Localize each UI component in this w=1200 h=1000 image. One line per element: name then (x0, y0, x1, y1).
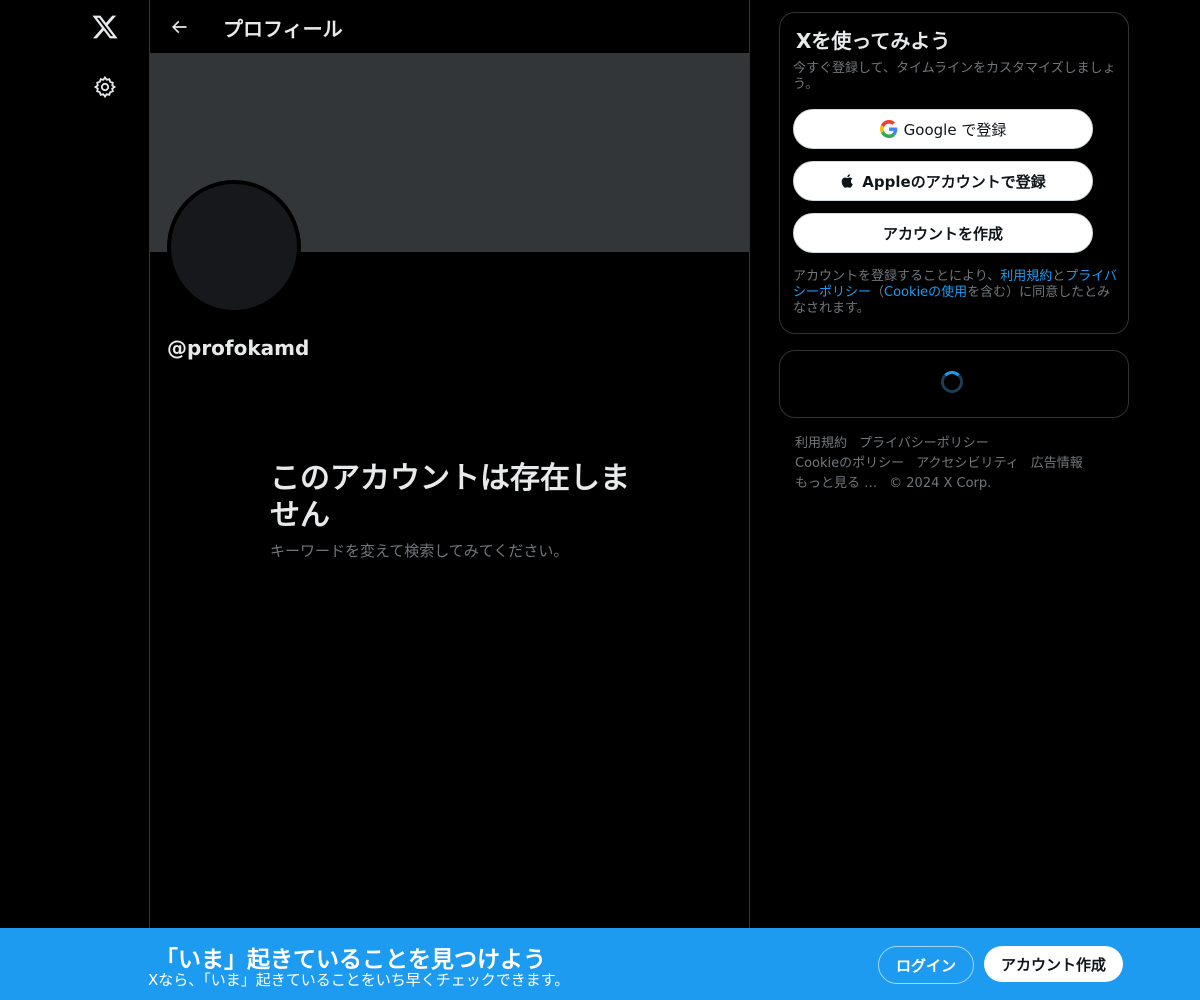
footer-accessibility-link[interactable]: アクセシビリティ (916, 456, 1019, 471)
cookie-link[interactable]: Cookieの使用 (884, 285, 967, 300)
footer-more-link[interactable]: もっと見る … (795, 476, 877, 491)
signup-title: Xを使ってみよう (796, 29, 951, 53)
legal-paren: （ (871, 285, 885, 300)
arrow-left-icon (171, 20, 187, 34)
copyright-text: © 2024 X Corp. (889, 476, 992, 491)
signup-legal-text: アカウントを登録することにより、利用規約とプライバシーポリシー（Cookieの使… (793, 269, 1119, 317)
google-signup-label: Google で登録 (903, 120, 1007, 139)
footer-terms-link[interactable]: 利用規約 (795, 436, 847, 451)
footer-cookie-link[interactable]: Cookieのポリシー (795, 456, 904, 471)
signup-card: Xを使ってみよう 今すぐ登録して、タイムラインをカスタマイズしましょう。 Goo… (779, 12, 1129, 334)
empty-state-subtitle: キーワードを変えて検索してみてください。 (270, 542, 569, 560)
x-logo-icon[interactable] (84, 6, 126, 48)
profile-handle: @profokamd (167, 336, 310, 360)
bottom-create-account-button[interactable]: アカウント作成 (984, 946, 1123, 982)
legal-prefix: アカウントを登録することにより、 (793, 269, 1001, 284)
login-button[interactable]: ログイン (878, 946, 974, 984)
gear-icon[interactable] (84, 66, 126, 108)
footer-links: 利用規約 プライバシーポリシー Cookieのポリシー アクセシビリティ 広告情報 も… (795, 434, 1125, 494)
back-button[interactable] (162, 10, 196, 44)
apple-signup-button[interactable]: Appleのアカウントで登録 (793, 161, 1093, 201)
loading-card (779, 350, 1129, 418)
create-account-button[interactable]: アカウントを作成 (793, 213, 1093, 253)
create-account-label: アカウントを作成 (882, 224, 1003, 243)
profile-header: プロフィール (150, 0, 749, 53)
apple-icon (841, 174, 854, 188)
avatar (167, 180, 301, 314)
main-column: プロフィール @profokamd このアカウントは存在しません キーワードを変… (149, 0, 750, 1000)
google-icon (879, 120, 897, 138)
loading-spinner-icon (941, 371, 963, 393)
footer-ads-link[interactable]: 広告情報 (1031, 456, 1083, 471)
terms-link[interactable]: 利用規約 (1000, 269, 1052, 284)
empty-state-title: このアカウントは存在しません (270, 461, 630, 533)
left-nav (0, 0, 149, 1000)
signup-subtitle: 今すぐ登録して、タイムラインをカスタマイズしましょう。 (793, 61, 1116, 92)
legal-and: と (1052, 269, 1066, 284)
footer-privacy-link[interactable]: プライバシーポリシー (859, 436, 989, 451)
page-title: プロフィール (223, 17, 343, 41)
bottom-bar-subtitle: Xなら、「いま」起きていることをいち早くチェックできます。 (148, 971, 570, 989)
apple-signup-label: Appleのアカウントで登録 (862, 172, 1046, 191)
google-signup-button[interactable]: Google で登録 (793, 109, 1093, 149)
